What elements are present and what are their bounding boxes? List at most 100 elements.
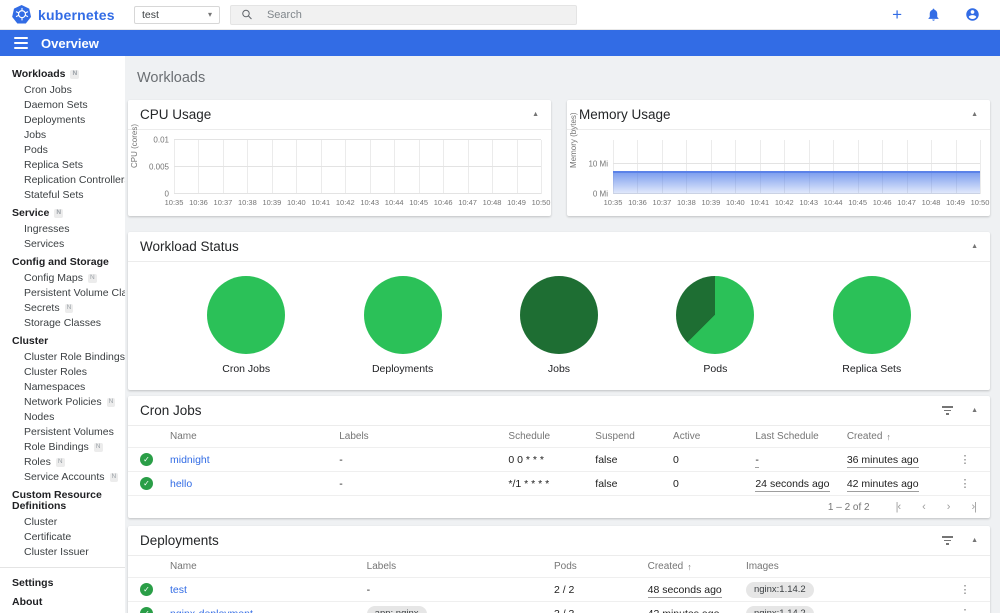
- column-header-labels[interactable]: Labels: [367, 561, 554, 572]
- sidebar-item-persistent-volume-claims[interactable]: Persistent Volume ClaimsN: [0, 286, 125, 301]
- table-row[interactable]: ✓ midnight - 0 0 * * * false 0 - 36 minu…: [128, 448, 990, 472]
- sidebar-item-stateful-sets[interactable]: Stateful Sets: [0, 188, 125, 203]
- logo-wordmark: kubernetes: [38, 6, 115, 23]
- sidebar-item-pods[interactable]: Pods: [0, 143, 125, 158]
- sidebar-section-label: Workloads: [12, 68, 66, 80]
- search-input[interactable]: [266, 8, 566, 21]
- sidebar-item-jobs[interactable]: Jobs: [0, 128, 125, 143]
- cronjob-name-link[interactable]: hello: [170, 478, 339, 490]
- toolbar: Overview: [0, 30, 1000, 56]
- pie-chart[interactable]: [676, 276, 755, 354]
- sidebar-section-about[interactable]: About: [0, 592, 125, 611]
- sidebar-item-label: Services: [24, 238, 65, 250]
- row-menu-icon[interactable]: ⋮: [960, 607, 971, 613]
- sidebar-item-label: Certificate: [24, 531, 72, 543]
- column-header-created[interactable]: Created ↑: [648, 561, 746, 572]
- kubernetes-logo[interactable]: kubernetes: [12, 4, 124, 25]
- sidebar-item-cron-jobs[interactable]: Cron Jobs: [0, 83, 125, 98]
- sidebar-item-network-policies[interactable]: Network Policies N: [0, 395, 125, 410]
- sidebar-item-cluster-roles[interactable]: Cluster Roles: [0, 365, 125, 380]
- sidebar-item-daemon-sets[interactable]: Daemon Sets: [0, 98, 125, 113]
- column-header-labels[interactable]: Labels: [339, 431, 508, 442]
- workload-status-title: Workload Status: [140, 239, 239, 254]
- x-tick-label: 10:42: [774, 198, 794, 207]
- namespace-selector[interactable]: test ▾: [134, 5, 220, 24]
- sidebar-item-replica-sets[interactable]: Replica Sets: [0, 158, 125, 173]
- sidebar-item-config-maps[interactable]: Config Maps N: [0, 271, 125, 286]
- column-header-images[interactable]: Images: [746, 561, 952, 572]
- table-row[interactable]: ✓ hello - */1 * * * * false 0 24 seconds…: [128, 472, 990, 496]
- sidebar-section-label: Service: [12, 207, 50, 219]
- menu-icon[interactable]: [14, 37, 28, 49]
- pie-label: Pods: [703, 363, 728, 375]
- first-page-icon[interactable]: |‹: [896, 501, 901, 513]
- sidebar-item-service-accounts[interactable]: Service Accounts N: [0, 470, 125, 485]
- collapse-icon[interactable]: ▲: [532, 111, 539, 118]
- sidebar-item-services[interactable]: Services: [0, 237, 125, 252]
- sidebar-item-roles[interactable]: Roles N: [0, 455, 125, 470]
- namespaced-badge: N: [54, 209, 64, 218]
- cronjob-active: 0: [673, 477, 679, 490]
- sidebar-item-secrets[interactable]: Secrets N: [0, 301, 125, 316]
- cpu-usage-chart: CPU (cores) 0 0.005 0.01 10:35 10:36 10:37 10…: [128, 124, 551, 214]
- collapse-icon[interactable]: ▲: [971, 243, 978, 250]
- pie-chart[interactable]: [207, 276, 286, 354]
- sidebar-item-replication-controllers[interactable]: Replication Controllers: [0, 173, 125, 188]
- sidebar-section-service[interactable]: Service N: [0, 203, 125, 222]
- table-row[interactable]: ✓ test - 2 / 2 48 seconds ago nginx:1.14…: [128, 578, 990, 602]
- column-header-name[interactable]: Name: [170, 431, 339, 442]
- sidebar-item-cluster[interactable]: Cluster: [0, 515, 125, 530]
- previous-page-icon[interactable]: ‹: [922, 501, 926, 513]
- deployment-name-link[interactable]: test: [170, 584, 367, 596]
- sidebar-item-label: Namespaces: [24, 381, 86, 393]
- row-menu-icon[interactable]: ⋮: [959, 477, 970, 490]
- pie-label: Replica Sets: [842, 363, 902, 375]
- deployment-created: 42 minutes ago: [647, 607, 720, 613]
- sidebar-item-storage-classes[interactable]: Storage Classes: [0, 316, 125, 331]
- sidebar-item-certificate[interactable]: Certificate: [0, 530, 125, 545]
- table-row[interactable]: ✓ nginx-deployment app: nginx 3 / 3 42 m…: [128, 602, 990, 613]
- deployment-name-link[interactable]: nginx-deployment: [170, 608, 367, 613]
- collapse-icon[interactable]: ▲: [971, 111, 978, 118]
- column-header-active[interactable]: Active: [673, 431, 755, 442]
- sidebar-item-cluster-role-bindings[interactable]: Cluster Role Bindings: [0, 350, 125, 365]
- sidebar-item-deployments[interactable]: Deployments: [0, 113, 125, 128]
- filter-icon[interactable]: [942, 406, 954, 415]
- next-page-icon[interactable]: ›: [947, 501, 951, 513]
- pie-chart[interactable]: [363, 276, 442, 354]
- row-menu-icon[interactable]: ⋮: [960, 583, 971, 596]
- account-circle-icon: [966, 8, 979, 21]
- sidebar-item-role-bindings[interactable]: Role Bindings N: [0, 440, 125, 455]
- last-page-icon[interactable]: ›|: [971, 501, 976, 513]
- sidebar-item-namespaces[interactable]: Namespaces: [0, 380, 125, 395]
- deployment-pods: 2 / 2: [553, 583, 575, 596]
- column-header-pods[interactable]: Pods: [554, 561, 648, 572]
- column-header-last-schedule[interactable]: Last Schedule: [755, 431, 846, 442]
- sidebar-section-settings[interactable]: Settings: [0, 573, 125, 592]
- sidebar-section-workloads[interactable]: Workloads N: [0, 64, 125, 83]
- user-menu-button[interactable]: [965, 7, 980, 22]
- row-menu-icon[interactable]: ⋮: [959, 453, 970, 466]
- filter-icon[interactable]: [942, 536, 954, 545]
- column-header-name[interactable]: Name: [170, 561, 367, 572]
- search-bar[interactable]: [230, 4, 577, 25]
- notifications-button[interactable]: [926, 7, 941, 22]
- pie-chart[interactable]: [519, 276, 598, 354]
- cronjob-name-link[interactable]: midnight: [170, 454, 339, 466]
- sidebar-section-config-and-storage: Config and Storage: [0, 252, 125, 271]
- sidebar-item-ingresses[interactable]: Ingresses: [0, 222, 125, 237]
- sidebar-item-label: Cluster Role Bindings: [24, 351, 125, 363]
- sidebar-item-persistent-volumes[interactable]: Persistent Volumes: [0, 425, 125, 440]
- pie-chart[interactable]: [832, 276, 911, 354]
- column-header-created[interactable]: Created ↑: [847, 431, 952, 442]
- sidebar-section-label: Custom Resource Definitions: [12, 489, 102, 512]
- column-header-suspend[interactable]: Suspend: [595, 431, 673, 442]
- collapse-icon[interactable]: ▲: [971, 407, 978, 414]
- column-header-schedule[interactable]: Schedule: [508, 431, 595, 442]
- sidebar-item-cluster-issuer[interactable]: Cluster Issuer: [0, 545, 125, 560]
- series-area: [613, 171, 980, 194]
- collapse-icon[interactable]: ▲: [971, 537, 978, 544]
- create-resource-button[interactable]: +: [892, 6, 902, 23]
- sidebar-item-nodes[interactable]: Nodes: [0, 410, 125, 425]
- x-tick-label: 10:39: [262, 198, 282, 207]
